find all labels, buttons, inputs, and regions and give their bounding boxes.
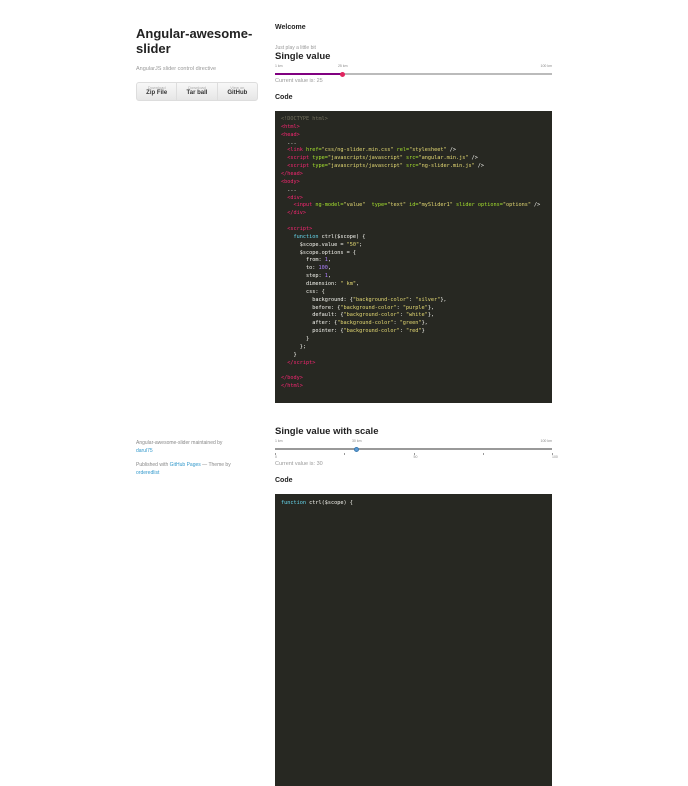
view-github-button[interactable]: View on GitHub [218, 83, 257, 100]
code-line: } [281, 336, 310, 343]
code-line: before: {"background-color": "purple"}, [281, 304, 435, 311]
code-line: ... [281, 139, 297, 146]
button-label: Zip File [146, 90, 168, 96]
theme-text: — Theme by [200, 462, 231, 468]
code-line: } [281, 351, 297, 358]
code-heading: Code [275, 94, 293, 101]
code-line: ... [281, 186, 297, 193]
sidebar: Angular-awesome-slider AngularJS slider … [136, 26, 260, 101]
code-line: <link href="css/ng-slider.min.css" rel="… [287, 147, 456, 154]
maintained-text: Angular-awesome-slider maintained by [136, 440, 223, 446]
site-description: AngularJS slider control directive [136, 66, 217, 72]
main-content: Welcome Just play a little bit Single va… [275, 24, 558, 786]
current-value: Current value is: 30 [275, 461, 323, 467]
code-line: <head> [281, 131, 300, 138]
code-line: }; [281, 343, 306, 350]
code-line: background: {"background-color": "silver… [281, 296, 447, 303]
code-line: </div> [287, 210, 306, 217]
slider-value-label: 30 km [351, 439, 362, 443]
code-line: <body> [281, 178, 300, 185]
current-value: Current value is: 25 [275, 78, 323, 84]
code-text: ctrl($scope) { [306, 500, 353, 506]
download-buttons: Download Zip File Download Tar ball View o… [136, 82, 258, 101]
theme-author-link[interactable]: orderedlist [136, 470, 159, 476]
code-block: <!DOCTYPE html> <html> <head> ... <link hr… [275, 111, 552, 403]
scale-tick-label: 50 [413, 455, 418, 459]
published-text: Published with [136, 462, 169, 468]
code-line: $scope.options = { [281, 249, 356, 256]
site-title: Angular-awesome-slider [136, 26, 253, 56]
button-label: Tar ball [186, 90, 208, 96]
sidebar-footer: Angular-awesome-slider maintained by daru… [136, 439, 266, 483]
button-label: GitHub [227, 90, 248, 96]
code-line: step: 1, [281, 273, 331, 280]
slider-max-label: 100 km [540, 64, 552, 68]
code-line: </body> [281, 375, 303, 382]
scale-slider[interactable]: 1 km 30 km 100 km [275, 439, 552, 453]
code-line: </script> [287, 359, 316, 366]
code-keyword: function [281, 500, 306, 506]
code-line: to: 100, [281, 265, 331, 272]
download-zip-button[interactable]: Download Zip File [137, 83, 178, 100]
code-line: css: { [281, 288, 325, 295]
slider-max-label: 100 km [540, 439, 552, 443]
code-line: <div> [287, 194, 303, 201]
code-line: <script> [287, 226, 313, 233]
scale-heading: Single value with scale [275, 426, 379, 437]
code-line: after: {"background-color": "green"}, [281, 320, 428, 327]
slider-min-label: 1 km [275, 64, 283, 68]
download-tarball-button[interactable]: Download Tar ball [177, 83, 218, 100]
code-block-2: function ctrl($scope) { [275, 494, 552, 786]
single-value-slider[interactable]: 1 km 25 km 100 km [275, 64, 552, 78]
code-line: <html> [281, 123, 300, 130]
slider-scale: 0 50 100 [275, 453, 558, 461]
code-line: <!DOCTYPE html> [281, 116, 328, 122]
code-line: $scope.value = "50"; [281, 241, 363, 248]
code-line: function ctrl($scope) { [293, 233, 366, 240]
scale-tick [344, 453, 346, 455]
scale-tick-label: 0 [275, 455, 277, 459]
code-line: <script type="javascripts/javascript" sr… [287, 155, 478, 162]
code-line: </head> [281, 171, 303, 178]
slider-pointer[interactable] [339, 71, 345, 77]
welcome-heading: Welcome [275, 24, 306, 31]
code-line: </html> [281, 383, 303, 390]
slider-min-label: 1 km [275, 439, 283, 443]
code-line: pointer: {"background-color": "red"} [281, 328, 425, 335]
code-line: <script type="javascripts/javascript" sr… [287, 163, 485, 170]
author-link[interactable]: darul75 [136, 448, 153, 454]
code-line: default: {"background-color": "white"}, [281, 312, 435, 319]
slider-track [275, 448, 552, 450]
code-line: from: 1, [281, 257, 331, 264]
code-line: <input ng-model="value" type="text" id="… [293, 202, 541, 209]
slider-value-label: 25 km [337, 64, 348, 68]
code-heading: Code [275, 477, 293, 484]
scale-tick [482, 453, 484, 455]
code-line: dimension: " km", [281, 281, 360, 288]
single-value-heading: Single value [275, 51, 331, 62]
slider-pointer[interactable] [353, 446, 359, 452]
slider-fill [275, 73, 343, 75]
github-pages-link[interactable]: GitHub Pages [170, 462, 201, 468]
scale-tick-label: 100 [552, 455, 558, 459]
